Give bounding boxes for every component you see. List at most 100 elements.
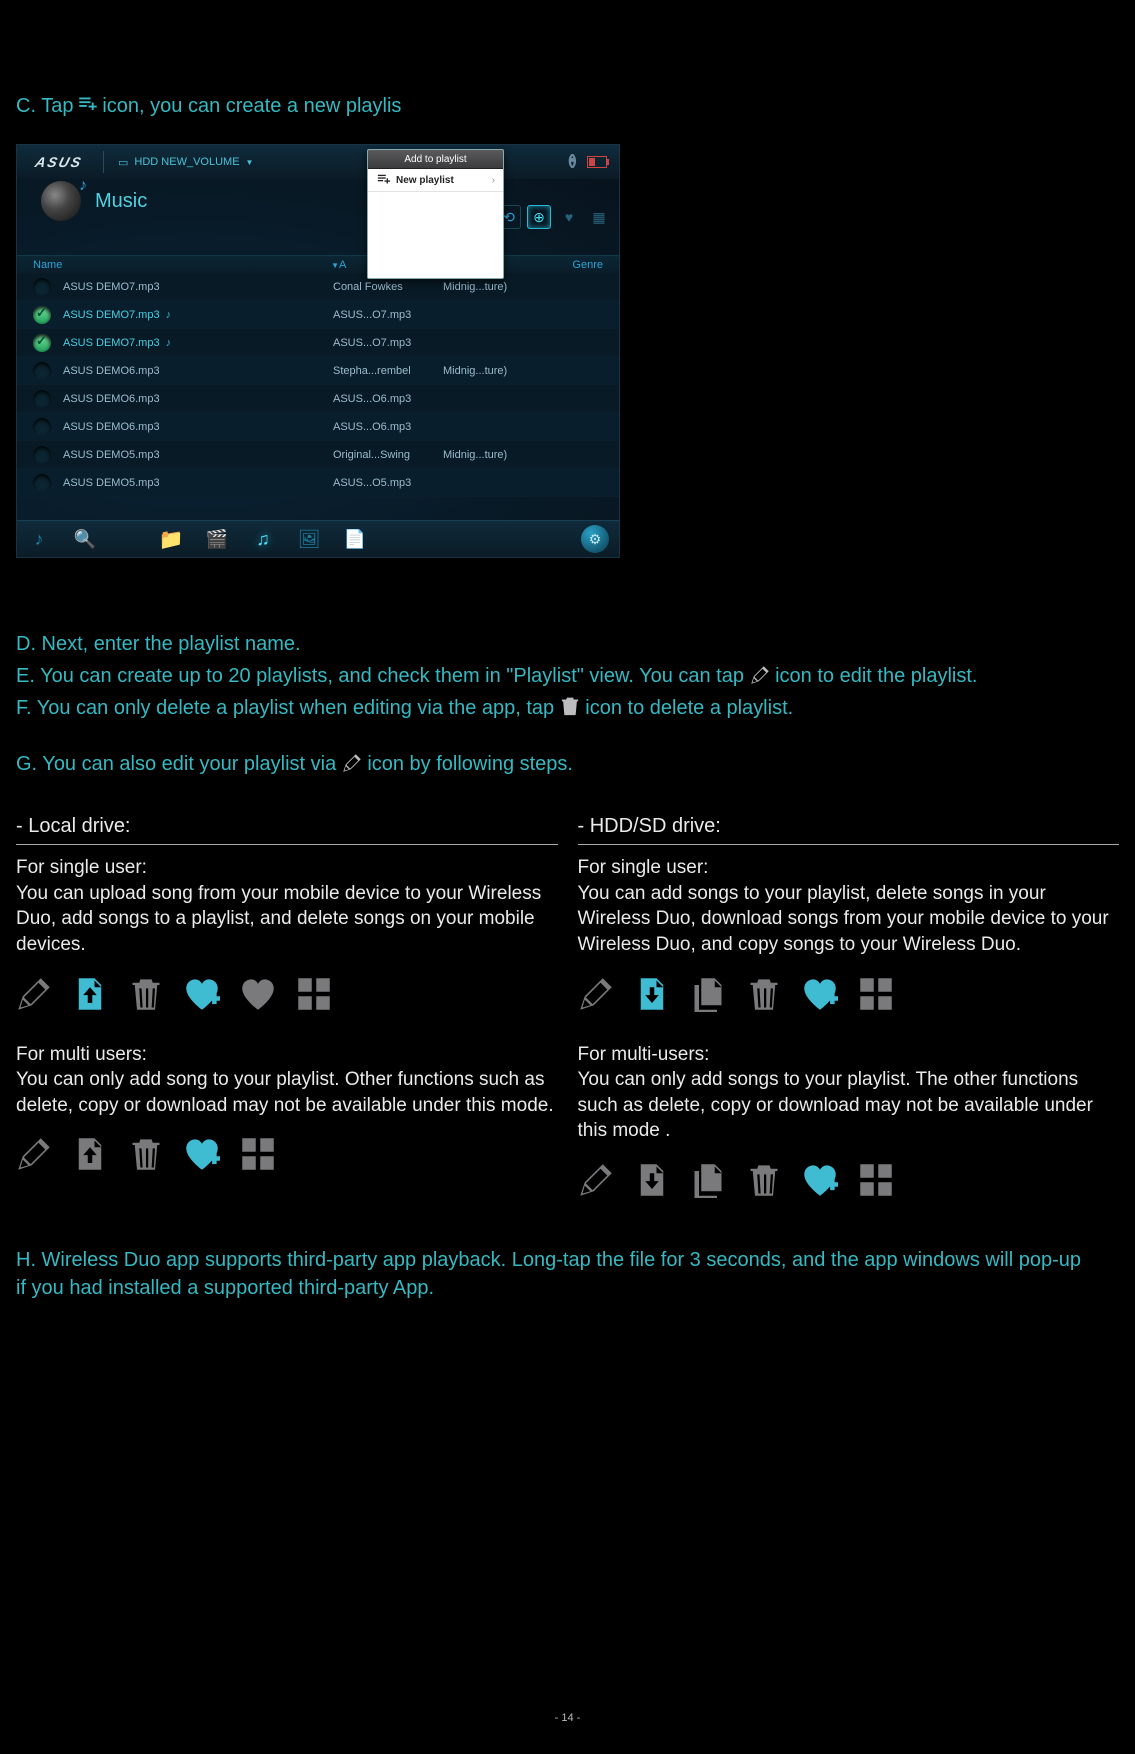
step-d-text: D. Next, enter the playlist name. <box>16 630 1119 658</box>
step-g-text-a: G. You can also edit your playlist via <box>16 753 342 775</box>
video-icon[interactable]: 🎬 <box>205 527 229 551</box>
hdd-multi-text: You can only add songs to your playlist.… <box>578 1067 1120 1144</box>
upload-icon <box>72 1136 108 1172</box>
row-checkbox[interactable] <box>33 390 51 408</box>
folder-icon[interactable]: 📁 <box>159 527 183 551</box>
local-single-text: You can upload song from your mobile dev… <box>16 881 558 958</box>
step-g-text-b: icon by following steps. <box>367 753 573 775</box>
hdd-single-icons <box>578 976 1120 1012</box>
table-row[interactable]: ASUS DEMO5.mp3ASUS...O5.mp3 <box>17 469 619 497</box>
col-name[interactable]: Name <box>33 259 62 271</box>
step-c-text-a: C. Tap <box>16 95 73 117</box>
track-artist: Original...Swing <box>333 449 443 461</box>
divider <box>16 844 558 845</box>
track-artist: Conal Fowkes <box>333 281 443 293</box>
storage-selector[interactable]: ▭ HDD NEW_VOLUME ▼ <box>118 156 253 169</box>
hdd-drive-column: - HDD/SD drive: For single user: You can… <box>578 812 1120 1228</box>
download-icon <box>634 976 670 1012</box>
wifi-icon: ((•)) <box>568 152 573 169</box>
add-to-playlist-popover: Add to playlist New playlist › <box>367 149 504 279</box>
table-row[interactable]: ASUS DEMO6.mp3ASUS...O6.mp3 <box>17 385 619 413</box>
pencil-icon <box>750 665 770 685</box>
single-user-label: For single user: <box>16 855 558 881</box>
heart-plus-icon <box>184 1136 220 1172</box>
grid-icon <box>858 1162 894 1198</box>
add-to-playlist-icon[interactable]: ⊕ <box>527 205 551 229</box>
track-name: ASUS DEMO5.mp3 <box>63 477 333 489</box>
track-name: ASUS DEMO7.mp3♪ <box>63 337 333 349</box>
track-name: ASUS DEMO5.mp3 <box>63 449 333 461</box>
app-top-bar: ASUS ▭ HDD NEW_VOLUME ▼ ((•)) <box>17 145 619 179</box>
music-title: Music <box>95 190 147 213</box>
track-column-headers: Name ▼ A Genre <box>17 255 619 275</box>
new-playlist-row[interactable]: New playlist › <box>368 169 503 192</box>
music-app-screenshot: ASUS ▭ HDD NEW_VOLUME ▼ ((•)) ♪ Music ⟲ … <box>16 144 620 558</box>
trash-icon <box>128 976 164 1012</box>
multi-user-label: For multi-users: <box>578 1042 1120 1068</box>
now-playing-icon[interactable]: ♪ <box>27 527 51 551</box>
table-row[interactable]: ASUS DEMO6.mp3Stepha...rembelMidnig...tu… <box>17 357 619 385</box>
row-checkbox[interactable] <box>33 474 51 492</box>
list-action-bar: ⟲ ⊕ ♥ ▦ <box>497 205 611 229</box>
search-icon[interactable]: 🔍 <box>73 527 97 551</box>
trash-icon <box>560 697 580 717</box>
row-checkbox[interactable] <box>33 306 51 324</box>
table-row[interactable]: ASUS DEMO5.mp3Original...SwingMidnig...t… <box>17 441 619 469</box>
upload-icon <box>72 976 108 1012</box>
battery-icon <box>587 156 607 168</box>
row-checkbox[interactable] <box>33 446 51 464</box>
photo-icon[interactable]: 🖼 <box>297 527 321 551</box>
heart-plus-icon <box>184 976 220 1012</box>
row-checkbox[interactable] <box>33 334 51 352</box>
track-artist: ASUS...O7.mp3 <box>333 309 443 321</box>
note-icon: ♪ <box>166 309 172 321</box>
track-album: Midnig...ture) <box>443 365 603 377</box>
row-checkbox[interactable] <box>33 362 51 380</box>
pencil-icon <box>578 1162 614 1198</box>
trash-icon <box>746 976 782 1012</box>
document-icon[interactable]: 📄 <box>343 527 367 551</box>
track-list: ASUS DEMO7.mp3Conal FowkesMidnig...ture)… <box>17 273 619 521</box>
bottom-nav: ♪ 🔍 📁 🎬 ♫ 🖼 📄 ⚙ <box>17 520 619 557</box>
step-f-text-a: F. You can only delete a playlist when e… <box>16 697 560 719</box>
local-drive-title: - Local drive: <box>16 812 558 840</box>
hdd-single-text: You can add songs to your playlist, dele… <box>578 881 1120 958</box>
table-row[interactable]: ASUS DEMO7.mp3♪ASUS...O7.mp3 <box>17 329 619 357</box>
local-drive-column: - Local drive: For single user: You can … <box>16 812 558 1228</box>
grid-icon <box>240 1136 276 1172</box>
pencil-icon <box>342 753 362 773</box>
page-number: - 14 - <box>0 1712 1135 1724</box>
chevron-down-icon: ▼ <box>246 158 254 167</box>
trash-icon <box>746 1162 782 1198</box>
col-genre[interactable]: Genre <box>523 259 603 271</box>
music-tab-icon[interactable]: ♫ <box>251 527 275 551</box>
row-checkbox[interactable] <box>33 278 51 296</box>
drive-icon: ▭ <box>118 156 128 169</box>
track-name: ASUS DEMO7.mp3♪ <box>63 309 333 321</box>
row-checkbox[interactable] <box>33 418 51 436</box>
settings-icon[interactable]: ⚙ <box>581 525 609 553</box>
sort-down-icon: ▼ <box>331 261 339 270</box>
step-c-text-b: icon, you can create a new playlis <box>102 95 401 117</box>
track-artist: ASUS...O5.mp3 <box>333 477 443 489</box>
table-row[interactable]: ASUS DEMO7.mp3♪ASUS...O7.mp3 <box>17 301 619 329</box>
track-artist: ASUS...O7.mp3 <box>333 337 443 349</box>
note-icon: ♪ <box>166 337 172 349</box>
track-artist: Stepha...rembel <box>333 365 443 377</box>
grid-icon[interactable]: ▦ <box>587 205 611 229</box>
table-row[interactable]: ASUS DEMO7.mp3Conal FowkesMidnig...ture) <box>17 273 619 301</box>
track-name: ASUS DEMO6.mp3 <box>63 421 333 433</box>
playlist-list-empty <box>368 192 503 278</box>
grid-icon <box>296 976 332 1012</box>
pencil-icon <box>16 976 52 1012</box>
multi-user-label: For multi users: <box>16 1042 558 1068</box>
separator <box>103 151 104 173</box>
trash-icon <box>128 1136 164 1172</box>
track-name: ASUS DEMO6.mp3 <box>63 365 333 377</box>
favorite-icon[interactable]: ♥ <box>557 205 581 229</box>
new-playlist-label: New playlist <box>396 175 454 186</box>
table-row[interactable]: ASUS DEMO6.mp3ASUS...O6.mp3 <box>17 413 619 441</box>
local-multi-text: You can only add song to your playlist. … <box>16 1067 558 1118</box>
track-name: ASUS DEMO7.mp3 <box>63 281 333 293</box>
local-single-icons <box>16 976 558 1012</box>
